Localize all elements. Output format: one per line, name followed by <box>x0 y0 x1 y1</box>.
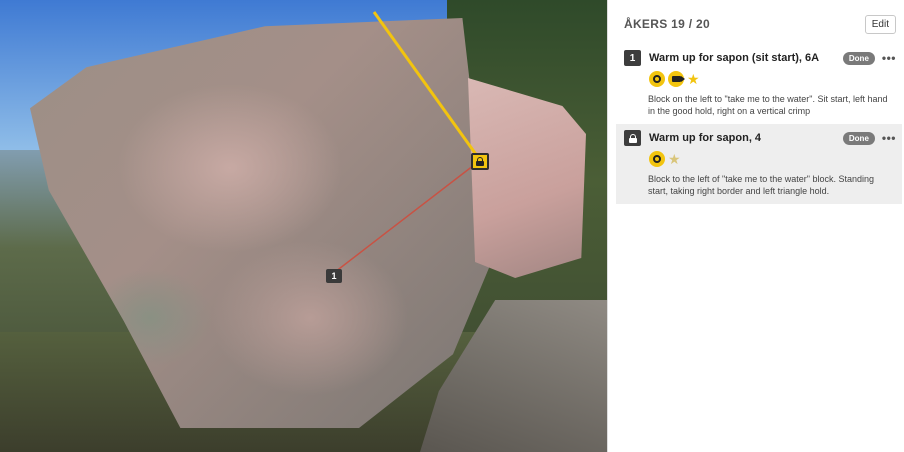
sidebar-header: ÅKERS 19 / 20 Edit <box>616 8 902 40</box>
route-list: 1 Warm up for sapon (sit start), 6A Done… <box>616 44 902 204</box>
area-title: ÅKERS 19 / 20 <box>624 17 710 31</box>
route-item-warm-up-standing[interactable]: Warm up for sapon, 4 Done ••• ★ Block to… <box>616 124 902 204</box>
video-icon[interactable] <box>668 71 685 87</box>
topo-icon <box>649 71 665 87</box>
route-lines-overlay <box>334 11 482 273</box>
route-start-marker-1[interactable]: 1 <box>326 269 342 283</box>
more-options-icon[interactable]: ••• <box>882 52 896 64</box>
route-top-lock-marker[interactable] <box>471 153 489 170</box>
route-line-warm-up-standing <box>372 11 482 161</box>
route-line-warm-up-sit-start <box>334 161 479 273</box>
topo-icon <box>649 151 665 167</box>
boulder-photo: 1 <box>0 0 608 452</box>
route-name[interactable]: Warm up for sapon, 4 <box>649 132 839 144</box>
edit-button[interactable]: Edit <box>864 14 896 34</box>
route-name[interactable]: Warm up for sapon (sit start), 6A <box>649 52 839 64</box>
lock-icon <box>476 157 484 166</box>
route-sidebar: ÅKERS 19 / 20 Edit 1 Warm up for sapon (… <box>616 8 902 204</box>
route-description: Block to the left of "take me to the wat… <box>648 174 875 196</box>
route-item-warm-up-sit-start[interactable]: 1 Warm up for sapon (sit start), 6A Done… <box>616 44 902 124</box>
star-icon: ★ <box>687 71 700 87</box>
star-half-icon: ★ <box>668 151 681 167</box>
route-number-badge: 1 <box>624 50 641 66</box>
done-badge: Done <box>842 131 875 145</box>
more-options-icon[interactable]: ••• <box>882 132 896 144</box>
route-description: Block on the left to "take me to the wat… <box>648 94 888 116</box>
lock-icon <box>628 133 637 143</box>
route-lock-badge <box>624 130 641 146</box>
done-badge: Done <box>842 51 875 65</box>
